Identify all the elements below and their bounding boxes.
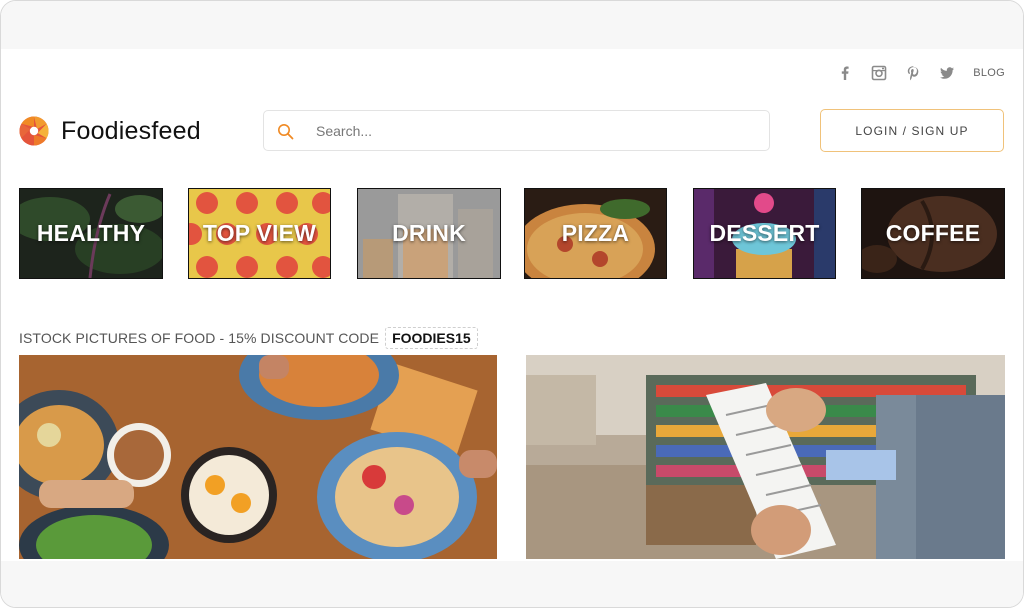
food-photo-grocery[interactable]	[526, 355, 1005, 559]
shutter-logo-icon	[19, 116, 49, 146]
food-photo-breakfast[interactable]	[19, 355, 497, 559]
category-top-view[interactable]: TOP VIEW	[188, 188, 331, 279]
social-links: BLOG	[837, 65, 1005, 81]
category-label: DRINK	[392, 220, 466, 246]
search-icon	[278, 124, 294, 140]
promo-text: ISTOCK PICTURES OF FOOD - 15% DISCOUNT C…	[19, 330, 380, 346]
category-tiles: HEALTHY TOP VIEW DRINK PIZZA DESSERT COF…	[19, 188, 1005, 279]
category-coffee[interactable]: COFFEE	[861, 188, 1005, 279]
breakfast-table-image	[19, 355, 497, 559]
category-drink[interactable]: DRINK	[357, 188, 501, 279]
page: BLOG Foodiesfeed LOGIN	[1, 49, 1023, 561]
grocery-receipt-image	[526, 355, 1005, 559]
top-strip	[1, 1, 1023, 49]
bottom-strip	[1, 561, 1023, 607]
blog-link[interactable]: BLOG	[973, 67, 1005, 79]
category-healthy[interactable]: HEALTHY	[19, 188, 163, 279]
search-bar[interactable]	[263, 110, 770, 151]
category-label: DESSERT	[709, 220, 820, 246]
category-label: HEALTHY	[36, 220, 146, 246]
logo[interactable]: Foodiesfeed	[19, 116, 201, 146]
promo-code[interactable]: FOODIES15	[385, 327, 478, 349]
category-label: COFFEE	[885, 220, 981, 246]
category-label: TOP VIEW	[202, 220, 317, 246]
browser-frame: BLOG Foodiesfeed LOGIN	[0, 0, 1024, 608]
promo-banner: ISTOCK PICTURES OF FOOD - 15% DISCOUNT C…	[19, 327, 478, 349]
category-dessert[interactable]: DESSERT	[693, 188, 836, 279]
category-label: PIZZA	[561, 220, 630, 246]
facebook-icon[interactable]	[837, 65, 853, 81]
instagram-icon[interactable]	[871, 65, 887, 81]
pinterest-icon[interactable]	[905, 65, 921, 81]
twitter-icon[interactable]	[939, 65, 955, 81]
search-input[interactable]	[316, 111, 756, 150]
login-signup-button[interactable]: LOGIN / SIGN UP	[820, 109, 1004, 152]
brand-name: Foodiesfeed	[61, 116, 201, 145]
category-pizza[interactable]: PIZZA	[524, 188, 667, 279]
